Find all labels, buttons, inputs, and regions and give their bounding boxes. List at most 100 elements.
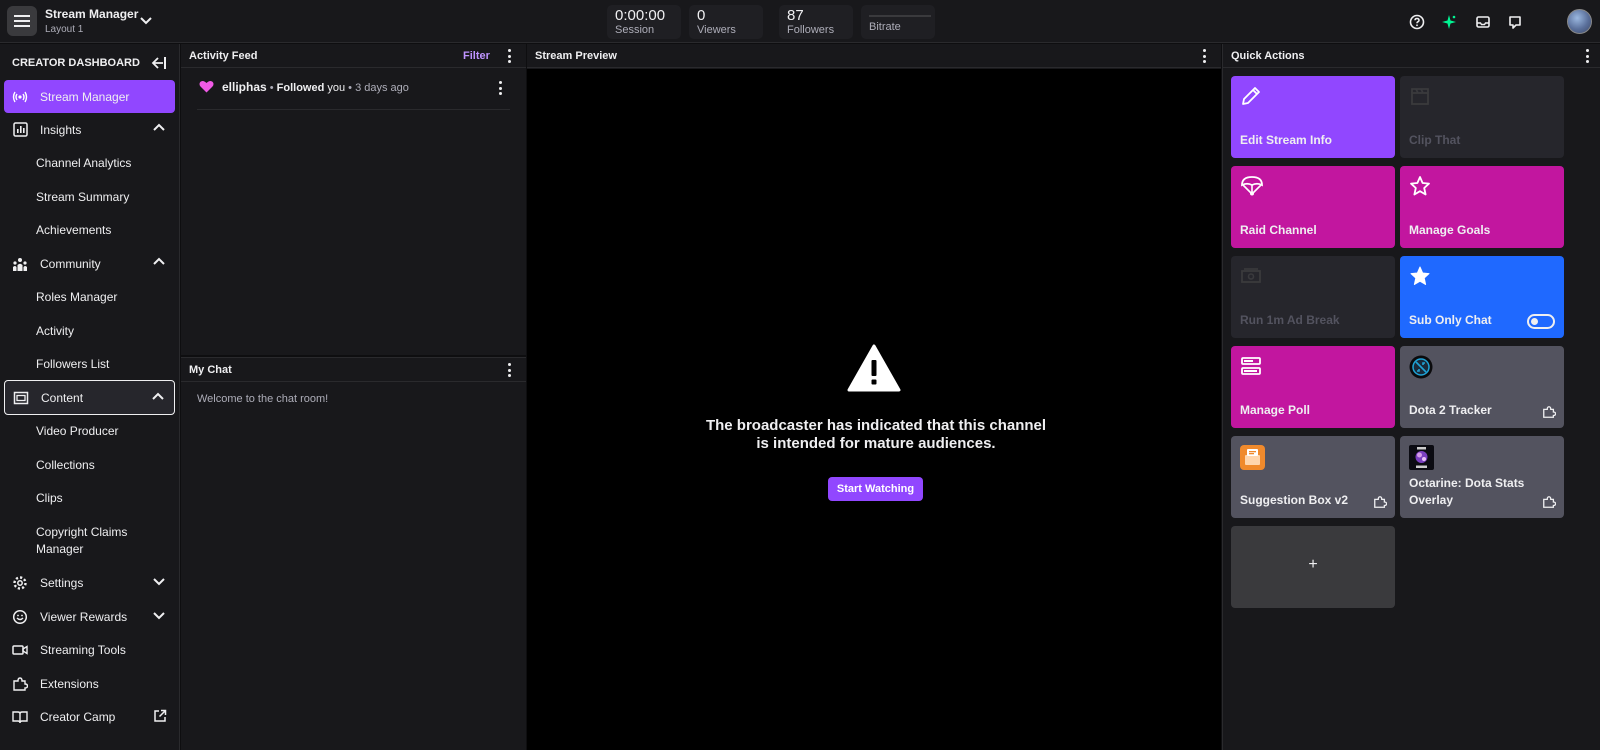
top-bar: Stream Manager Layout 1 0:00:00 Session … bbox=[0, 0, 1600, 43]
panel-title: My Chat bbox=[189, 364, 232, 376]
start-watching-button[interactable]: Start Watching bbox=[828, 477, 923, 501]
app-title[interactable]: Stream Manager bbox=[45, 7, 138, 21]
sidebar-subitem-copyright-claims-manager[interactable]: Copyright Claims Manager bbox=[36, 524, 127, 558]
sidebar-subitem-achievements[interactable]: Achievements bbox=[36, 222, 111, 239]
pencil-icon bbox=[1242, 87, 1260, 105]
star-icon bbox=[1410, 266, 1430, 285]
sidebar: CREATOR DASHBOARD Stream Manager Insight… bbox=[0, 44, 180, 750]
rewards-icon bbox=[12, 609, 28, 625]
quick-actions-more-button[interactable] bbox=[1584, 49, 1590, 63]
sidebar-subitem-label-line1: Copyright Claims bbox=[36, 525, 128, 539]
stream-preview-panel: Stream Preview The broadcaster has indic… bbox=[527, 44, 1221, 750]
stat-bitrate: Bitrate bbox=[861, 5, 935, 39]
heart-icon bbox=[199, 80, 214, 93]
list-item: elliphas • Followed you • 3 days ago bbox=[197, 78, 510, 110]
sparkle-icon bbox=[1442, 15, 1456, 29]
sub-only-chat-toggle[interactable] bbox=[1527, 314, 1555, 329]
quick-action-label: Sub Only Chat bbox=[1409, 313, 1492, 327]
sparkle-button[interactable] bbox=[1440, 13, 1458, 31]
extension-icon bbox=[1543, 406, 1556, 418]
quick-action-clip-that[interactable]: Clip That bbox=[1400, 76, 1564, 158]
feed-action: Followed bbox=[276, 82, 325, 94]
sidebar-subitem-channel-analytics[interactable]: Channel Analytics bbox=[36, 155, 131, 172]
chat-more-button[interactable] bbox=[506, 363, 512, 377]
sidebar-item-extensions[interactable]: Extensions bbox=[4, 667, 175, 700]
stat-value: 87 bbox=[787, 7, 804, 24]
quick-action-edit-stream-info[interactable]: Edit Stream Info bbox=[1231, 76, 1395, 158]
quick-action-suggestion-box[interactable]: Suggestion Box v2 bbox=[1231, 436, 1395, 518]
gear-icon bbox=[12, 575, 28, 591]
sidebar-item-label: Community bbox=[40, 256, 101, 271]
activity-feed-panel: Activity Feed Filter elliphas • Followed… bbox=[181, 44, 526, 355]
feed-item-more-button[interactable] bbox=[497, 81, 503, 95]
menu-button[interactable] bbox=[7, 6, 37, 36]
plus-icon: + bbox=[1308, 556, 1318, 573]
octarine-icon bbox=[1409, 445, 1434, 470]
help-button[interactable] bbox=[1408, 13, 1426, 31]
chevron-down-icon bbox=[153, 578, 165, 586]
sidebar-subitem-followers-list[interactable]: Followers List bbox=[36, 356, 109, 373]
hamburger-icon bbox=[14, 15, 30, 27]
inbox-button[interactable] bbox=[1474, 13, 1492, 31]
layout-dropdown[interactable] bbox=[140, 14, 152, 29]
sidebar-subitem-clips[interactable]: Clips bbox=[36, 490, 63, 507]
quick-action-manage-goals[interactable]: Manage Goals bbox=[1400, 166, 1564, 248]
chevron-down-icon bbox=[140, 17, 152, 25]
sidebar-subitem-label-line2: Manager bbox=[36, 542, 84, 556]
sidebar-subitem-activity[interactable]: Activity bbox=[36, 323, 74, 340]
stat-followers: 87 Followers bbox=[779, 5, 853, 39]
user-avatar[interactable] bbox=[1567, 9, 1592, 34]
sidebar-subitem-stream-summary[interactable]: Stream Summary bbox=[36, 189, 129, 206]
quick-action-run-ad-break[interactable]: Run 1m Ad Break bbox=[1231, 256, 1395, 338]
quick-action-manage-poll[interactable]: Manage Poll bbox=[1231, 346, 1395, 428]
preview-more-button[interactable] bbox=[1201, 49, 1207, 63]
collapse-sidebar-button[interactable] bbox=[151, 56, 167, 73]
collapse-left-icon bbox=[151, 57, 166, 69]
feed-action-rest: you bbox=[324, 82, 346, 94]
clapperboard-icon bbox=[1411, 88, 1429, 105]
sidebar-subitem-video-producer[interactable]: Video Producer bbox=[36, 423, 119, 440]
sidebar-item-community[interactable]: Community bbox=[4, 247, 175, 280]
feed-username[interactable]: elliphas bbox=[222, 80, 267, 94]
add-quick-action-button[interactable]: + bbox=[1231, 526, 1395, 608]
quick-action-raid-channel[interactable]: Raid Channel bbox=[1231, 166, 1395, 248]
content-icon bbox=[13, 390, 29, 406]
quick-action-label: Dota 2 Tracker bbox=[1409, 403, 1492, 417]
sidebar-item-settings[interactable]: Settings bbox=[4, 566, 175, 599]
sidebar-subitem-roles-manager[interactable]: Roles Manager bbox=[36, 289, 117, 306]
whisper-icon bbox=[1509, 16, 1521, 29]
stat-session: 0:00:00 Session bbox=[607, 5, 681, 39]
quick-action-dota-2-tracker[interactable]: Dota 2 Tracker bbox=[1400, 346, 1564, 428]
sidebar-item-stream-manager[interactable]: Stream Manager bbox=[4, 80, 175, 113]
sidebar-subitem-collections[interactable]: Collections bbox=[36, 457, 95, 474]
quick-action-sub-only-chat[interactable]: Sub Only Chat bbox=[1400, 256, 1564, 338]
camera-icon bbox=[12, 642, 28, 658]
quick-action-octarine-overlay[interactable]: Octarine: Dota Stats Overlay bbox=[1400, 436, 1564, 518]
sidebar-item-viewer-rewards[interactable]: Viewer Rewards bbox=[4, 600, 175, 633]
stat-label: Bitrate bbox=[869, 21, 901, 33]
quick-actions-panel: Quick Actions Edit Stream Info Clip That… bbox=[1222, 44, 1600, 750]
layout-name[interactable]: Layout 1 bbox=[45, 24, 83, 35]
sidebar-item-insights[interactable]: Insights bbox=[4, 113, 175, 146]
insights-icon bbox=[12, 122, 28, 138]
feed-item-text: elliphas • Followed you • 3 days ago bbox=[222, 80, 409, 94]
chat-panel: My Chat Welcome to the chat room! bbox=[181, 357, 526, 750]
star-outline-icon bbox=[1410, 176, 1430, 196]
separator: • bbox=[266, 82, 277, 94]
stream-preview-header: Stream Preview bbox=[527, 44, 1221, 68]
chevron-down-icon bbox=[153, 612, 165, 620]
stat-viewers: 0 Viewers bbox=[689, 5, 763, 39]
mature-warning-line1: The broadcaster has indicated that this … bbox=[705, 417, 1047, 434]
mature-warning-text: The broadcaster has indicated that this … bbox=[692, 417, 1060, 453]
sidebar-item-content[interactable]: Content bbox=[4, 380, 175, 415]
quick-action-label: Run 1m Ad Break bbox=[1240, 313, 1340, 327]
video-player[interactable]: The broadcaster has indicated that this … bbox=[527, 69, 1221, 750]
activity-feed-more-button[interactable] bbox=[506, 49, 512, 63]
sidebar-item-streaming-tools[interactable]: Streaming Tools bbox=[4, 633, 175, 666]
whispers-button[interactable] bbox=[1506, 13, 1524, 31]
sidebar-item-creator-camp[interactable]: Creator Camp bbox=[4, 700, 175, 733]
filter-button[interactable]: Filter bbox=[463, 50, 490, 62]
quick-actions-header: Quick Actions bbox=[1223, 44, 1600, 68]
panel-title: Activity Feed bbox=[189, 50, 258, 62]
sidebar-item-label: Extensions bbox=[40, 676, 99, 691]
